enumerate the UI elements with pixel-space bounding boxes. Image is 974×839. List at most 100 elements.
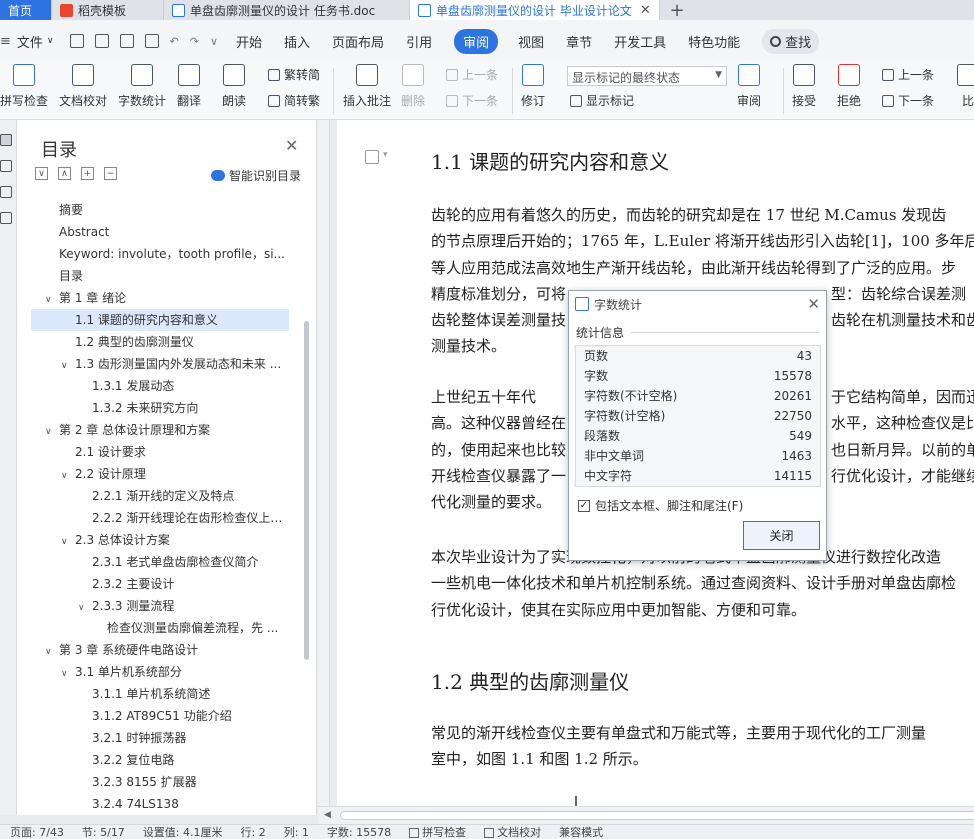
- toc-item[interactable]: 2.2.1 渐开线的定义及特点: [31, 485, 289, 507]
- menu-view[interactable]: 视图: [518, 29, 544, 54]
- toc-item[interactable]: 目录: [31, 265, 289, 287]
- toc-item[interactable]: ∨ 第 2 章 总体设计原理和方案: [31, 419, 289, 441]
- toc-item[interactable]: 3.2.2 复位电路: [31, 749, 289, 771]
- toc-item[interactable]: 3.2.3 8155 扩展器: [31, 771, 289, 793]
- chevron-down-icon[interactable]: ∨: [78, 597, 92, 617]
- chevron-down-icon[interactable]: ∨: [45, 289, 59, 309]
- toc-item[interactable]: ∨ 2.3.3 测量流程: [31, 595, 289, 617]
- accept-button[interactable]: 接受: [792, 64, 816, 109]
- chevron-down-icon[interactable]: ▾: [383, 150, 388, 160]
- spellcheck-button[interactable]: 拼写检查: [0, 64, 48, 109]
- bookmark-panel-icon[interactable]: [0, 186, 12, 198]
- print-preview-icon[interactable]: [144, 34, 159, 48]
- menu-features[interactable]: 特色功能: [688, 29, 740, 54]
- next-comment-button[interactable]: 下一条: [446, 92, 498, 109]
- review-pane-button[interactable]: 审阅: [737, 64, 761, 109]
- toc-item[interactable]: 1.3.1 发展动态: [31, 375, 289, 397]
- toc-item[interactable]: ∨ 第 1 章 绪论: [31, 287, 289, 309]
- collapse-all-icon[interactable]: ∧: [58, 167, 71, 180]
- menu-references[interactable]: 引用: [406, 29, 432, 54]
- toc-item[interactable]: 3.1.2 AT89C51 功能介绍: [31, 705, 289, 727]
- tab-thesis-doc[interactable]: 单盘齿廓测量仪的设计 毕业设计论文 ✕: [410, 0, 660, 20]
- compare-button[interactable]: 比: [957, 64, 974, 109]
- search-panel-icon[interactable]: [0, 212, 12, 224]
- toc-item[interactable]: 2.3.1 老式单盘齿廓检查仪简介: [31, 551, 289, 573]
- track-changes-button[interactable]: 修订: [521, 64, 545, 109]
- file-menu[interactable]: ≡ 文件 ∨: [0, 32, 60, 51]
- chevron-down-icon[interactable]: ∨: [61, 355, 75, 375]
- toc-item[interactable]: ∨ 2.2 设计原理: [31, 463, 289, 485]
- toc-item[interactable]: ∨ 1.3 齿形测量国内外发展动态和未来 ...: [31, 353, 289, 375]
- toc-item[interactable]: 2.1 设计要求: [31, 441, 289, 463]
- status-proof[interactable]: 文档校对: [484, 825, 541, 839]
- toc-panel-icon[interactable]: [0, 134, 12, 146]
- trad-to-simp-button[interactable]: 繁转简: [268, 66, 320, 83]
- scroll-thumb[interactable]: [340, 811, 974, 820]
- toc-item[interactable]: Keyword: involute，tooth profile，si...: [31, 243, 289, 265]
- close-icon[interactable]: ✕: [807, 295, 820, 313]
- toc-item[interactable]: 1.2 典型的齿廓测量仪: [31, 331, 289, 353]
- chevron-down-icon[interactable]: ∨: [61, 531, 75, 551]
- expand-all-icon[interactable]: ∨: [35, 167, 48, 180]
- chevron-down-icon[interactable]: ∨: [61, 465, 75, 485]
- status-spellcheck[interactable]: 拼写检查: [409, 825, 466, 839]
- insert-comment-button[interactable]: 插入批注: [343, 64, 391, 109]
- toc-item[interactable]: 2.3.2 主要设计: [31, 573, 289, 595]
- show-markup-button[interactable]: 显示标记: [570, 92, 634, 109]
- print-icon[interactable]: [119, 34, 134, 48]
- redo-icon[interactable]: ↷: [190, 35, 199, 48]
- chevron-down-icon[interactable]: ∨: [45, 421, 59, 441]
- menu-section[interactable]: 章节: [566, 29, 592, 54]
- prev-change-button[interactable]: 上一条: [882, 66, 934, 83]
- toc-item[interactable]: 摘要: [31, 199, 289, 221]
- smart-toc-button[interactable]: 智能识别目录: [211, 167, 301, 184]
- export-pdf-icon[interactable]: [94, 34, 109, 48]
- status-wordcount[interactable]: 字数: 15578: [327, 825, 391, 839]
- close-tab-icon[interactable]: ✕: [640, 3, 651, 18]
- read-aloud-button[interactable]: 朗读: [222, 64, 246, 109]
- toc-item[interactable]: ∨ 第 3 章 系统硬件电路设计: [31, 639, 289, 661]
- close-button[interactable]: 关闭: [743, 521, 820, 550]
- menu-review[interactable]: 审阅: [454, 28, 499, 54]
- toc-item[interactable]: ∨ 2.3 总体设计方案: [31, 529, 289, 551]
- chevron-down-icon[interactable]: ∨: [45, 641, 59, 661]
- menu-home[interactable]: 开始: [236, 29, 262, 54]
- remove-heading-icon[interactable]: −: [104, 167, 117, 180]
- chevron-down-icon[interactable]: ∨: [210, 35, 218, 48]
- next-change-button[interactable]: 下一条: [882, 92, 934, 109]
- new-tab-button[interactable]: +: [660, 0, 694, 21]
- prev-comment-button[interactable]: 上一条: [446, 66, 498, 83]
- toc-item[interactable]: 3.2.4 74LS138: [31, 793, 289, 811]
- toc-item[interactable]: 2.2.2 渐开线理论在齿形检查仪上 ...: [31, 507, 289, 529]
- toc-item[interactable]: ∨ 3.1 单片机系统部分: [31, 661, 289, 683]
- menu-insert[interactable]: 插入: [284, 29, 310, 54]
- save-icon[interactable]: [69, 34, 84, 48]
- toc-item[interactable]: Abstract: [31, 221, 289, 243]
- search-button[interactable]: 查找: [762, 28, 820, 54]
- horizontal-scrollbar[interactable]: ◀: [318, 806, 974, 824]
- delete-comment-button[interactable]: 删除: [401, 64, 425, 109]
- sections-panel-icon[interactable]: [0, 160, 12, 172]
- toc-item[interactable]: 检查仪测量齿廓偏差流程，先 ...: [31, 617, 289, 639]
- tab-task-doc[interactable]: 单盘齿廓测量仪的设计 任务书.doc: [164, 0, 410, 20]
- word-count-button[interactable]: 字数统计: [118, 64, 166, 109]
- simp-to-trad-button[interactable]: 简转繁: [268, 92, 320, 109]
- chevron-down-icon[interactable]: ∨: [61, 663, 75, 683]
- tab-home[interactable]: 首页: [0, 0, 52, 20]
- translate-button[interactable]: 翻译: [177, 64, 201, 109]
- doc-proof-button[interactable]: 文档校对: [59, 64, 107, 109]
- toc-item[interactable]: 3.1.1 单片机系统简述: [31, 683, 289, 705]
- include-textboxes-checkbox[interactable]: ✓ 包括文本框、脚注和尾注(F): [578, 497, 743, 514]
- tab-docer-templates[interactable]: 稻壳模板: [52, 0, 164, 20]
- undo-icon[interactable]: ↶: [170, 35, 179, 48]
- toc-item[interactable]: 1.1 课题的研究内容和意义: [31, 309, 289, 331]
- close-icon[interactable]: ✕: [285, 136, 298, 155]
- toc-item[interactable]: 3.2.1 时钟振荡器: [31, 727, 289, 749]
- toc-scrollbar[interactable]: [304, 321, 309, 660]
- menu-page-layout[interactable]: 页面布局: [332, 29, 384, 54]
- markup-state-select[interactable]: 显示标记的最终状态 ▼: [567, 66, 727, 86]
- reject-button[interactable]: 拒绝: [837, 64, 861, 109]
- menu-developer[interactable]: 开发工具: [614, 29, 666, 54]
- paragraph-tool-icon[interactable]: [365, 150, 379, 164]
- toc-item[interactable]: 1.3.2 未来研究方向: [31, 397, 289, 419]
